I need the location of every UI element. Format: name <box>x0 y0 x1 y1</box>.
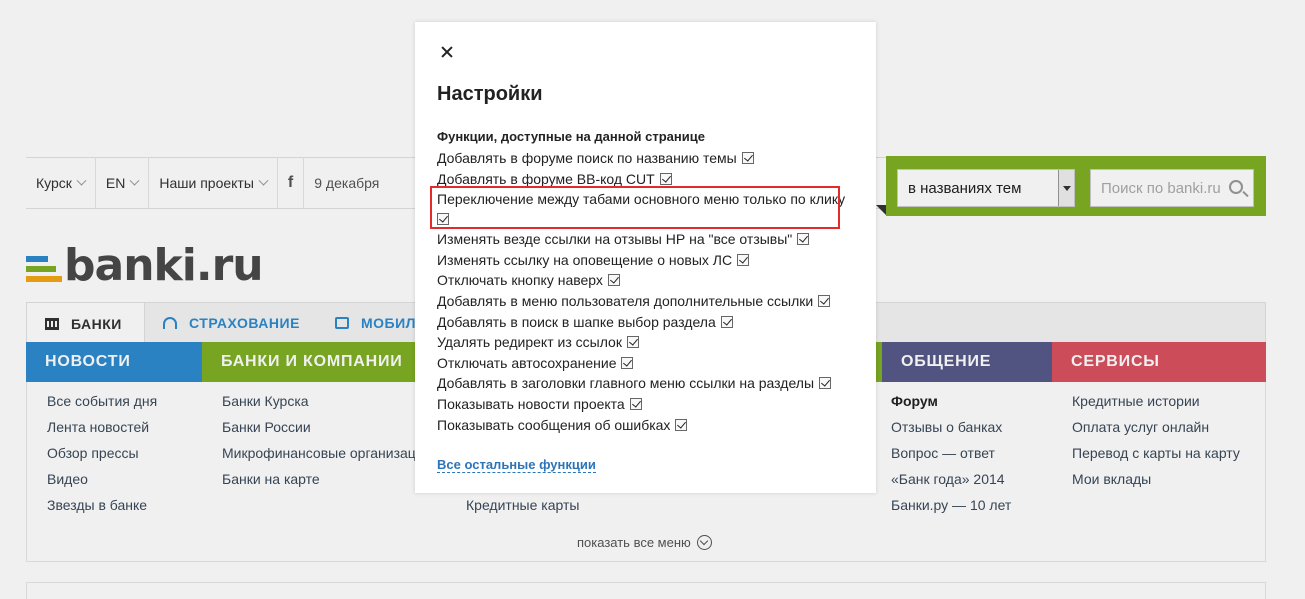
setting-option: Удалять редирект из ссылок <box>437 332 857 353</box>
close-icon[interactable] <box>437 42 457 62</box>
setting-option: Добавлять в поиск в шапке выбор раздела <box>437 312 857 333</box>
setting-checkbox[interactable] <box>818 294 831 307</box>
setting-option: Отключать автосохранение <box>437 353 857 374</box>
modal-title: Настройки <box>437 83 543 105</box>
setting-checkbox[interactable] <box>797 233 810 246</box>
setting-option: Добавлять в меню пользователя дополнител… <box>437 291 857 312</box>
setting-option: Добавлять в заголовки главного меню ссыл… <box>437 373 857 394</box>
modal-subtitle: Функции, доступные на данной странице <box>437 129 705 144</box>
setting-checkbox[interactable] <box>629 397 642 410</box>
setting-checkbox[interactable] <box>737 253 750 266</box>
setting-checkbox[interactable] <box>720 315 733 328</box>
setting-option: Изменять везде ссылки на отзывы НР на "в… <box>437 229 857 250</box>
all-functions-link[interactable]: Все остальные функции <box>437 457 596 473</box>
setting-checkbox[interactable] <box>626 336 639 349</box>
setting-option: Добавлять в форуме поиск по названию тем… <box>437 148 857 169</box>
setting-option: Показывать новости проекта <box>437 394 857 415</box>
setting-option: Показывать сообщения об ошибках <box>437 415 857 436</box>
setting-checkbox[interactable] <box>675 418 688 431</box>
setting-option: Отключать кнопку наверх <box>437 270 857 291</box>
highlight-box <box>430 186 840 229</box>
setting-checkbox[interactable] <box>607 274 620 287</box>
setting-checkbox[interactable] <box>621 356 634 369</box>
setting-checkbox[interactable] <box>659 172 672 185</box>
settings-modal: Настройки Функции, доступные на данной с… <box>415 22 876 493</box>
setting-option: Изменять ссылку на оповещение о новых ЛС <box>437 250 857 271</box>
setting-checkbox[interactable] <box>741 152 754 164</box>
setting-checkbox[interactable] <box>819 377 832 390</box>
